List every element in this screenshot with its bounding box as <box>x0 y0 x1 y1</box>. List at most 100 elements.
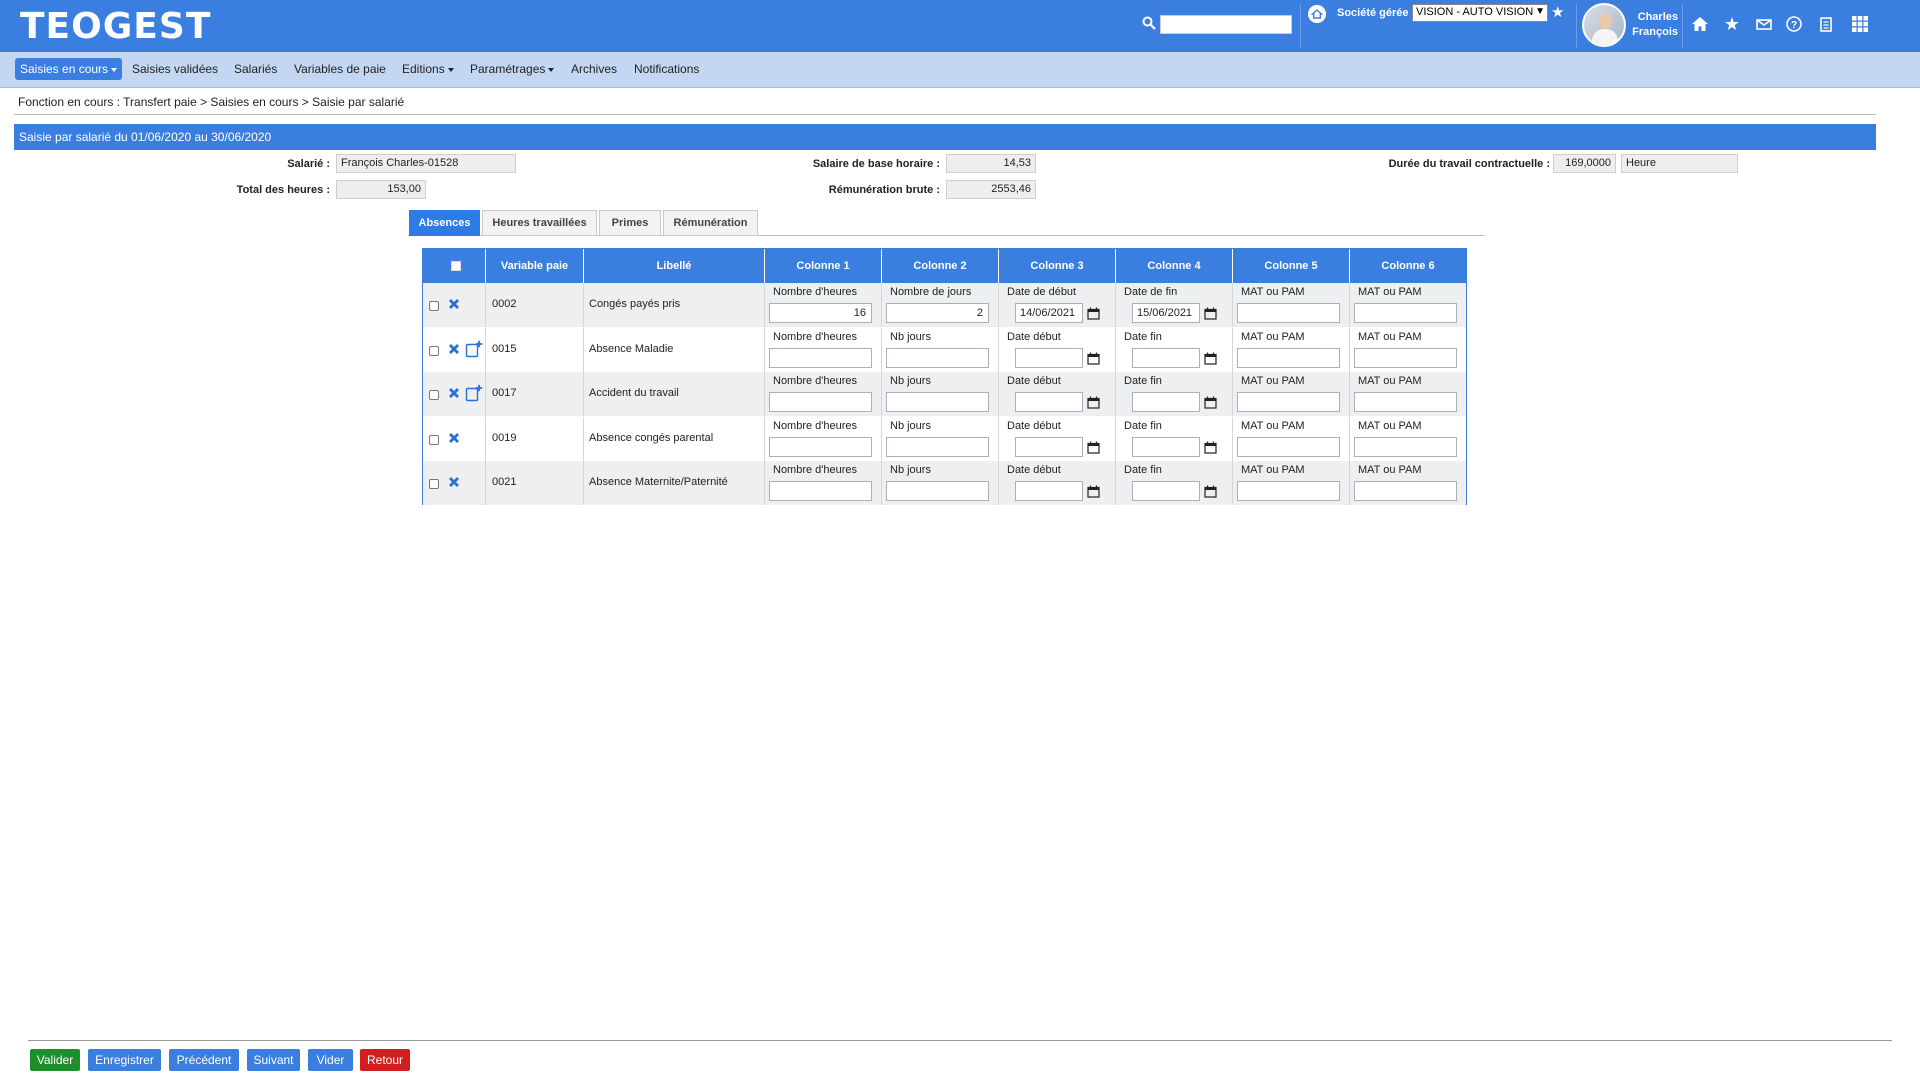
delete-icon[interactable] <box>447 431 461 445</box>
field-label: Nombre de jours <box>890 286 972 298</box>
value-input[interactable]: 16 <box>769 303 872 323</box>
company-home-icon[interactable] <box>1308 5 1326 23</box>
row-checkbox[interactable] <box>429 345 439 356</box>
header-colonne-6[interactable]: Colonne 6 <box>1350 249 1466 283</box>
add-note-icon[interactable] <box>465 340 483 358</box>
row-checkbox[interactable] <box>429 434 439 445</box>
help-icon[interactable]: ? <box>1784 14 1804 34</box>
absences-grid: Variable paie Libellé Colonne 1 Colonne … <box>422 248 1467 505</box>
tab-remuneration[interactable]: Rémunération <box>663 210 758 236</box>
header-colonne-5[interactable]: Colonne 5 <box>1233 249 1350 283</box>
add-note-icon[interactable] <box>465 384 483 402</box>
delete-icon[interactable] <box>447 297 461 311</box>
calendar-icon[interactable] <box>1204 396 1217 409</box>
nav-salaries[interactable]: Salariés <box>229 58 282 80</box>
precedent-button[interactable]: Précédent <box>169 1049 239 1071</box>
tab-heures-travaillees[interactable]: Heures travaillées <box>482 210 597 236</box>
retour-button[interactable]: Retour <box>360 1049 410 1071</box>
nav-saisies-en-cours[interactable]: Saisies en cours <box>15 58 123 80</box>
delete-icon[interactable] <box>447 475 461 489</box>
date-input[interactable] <box>1015 347 1083 368</box>
calendar-icon[interactable] <box>1087 352 1100 365</box>
date-input[interactable] <box>1015 481 1083 501</box>
value-input[interactable] <box>886 347 989 368</box>
date-input[interactable] <box>1132 436 1200 457</box>
star-icon[interactable]: ★ <box>1722 14 1742 34</box>
enregistrer-button[interactable]: Enregistrer <box>88 1049 161 1071</box>
nav-archives[interactable]: Archives <box>566 58 622 80</box>
delete-icon[interactable] <box>447 386 461 400</box>
row-checkbox[interactable] <box>429 301 439 311</box>
value-input[interactable] <box>1237 303 1340 323</box>
value-input[interactable] <box>769 481 872 501</box>
nav-saisies-validees[interactable]: Saisies validées <box>127 58 223 80</box>
settings-icon[interactable] <box>1888 14 1908 34</box>
value-input[interactable] <box>1237 481 1340 501</box>
value-input[interactable] <box>886 436 989 457</box>
home-icon[interactable] <box>1690 14 1710 34</box>
value-input[interactable] <box>769 347 872 368</box>
header-colonne-1[interactable]: Colonne 1 <box>765 249 882 283</box>
row-checkbox[interactable] <box>429 479 439 489</box>
calendar-icon[interactable] <box>1087 441 1100 454</box>
date-input[interactable] <box>1015 436 1083 457</box>
date-input[interactable] <box>1015 392 1083 412</box>
value-input[interactable] <box>769 436 872 457</box>
calendar-icon[interactable] <box>1204 441 1217 454</box>
value-input[interactable] <box>1237 347 1340 368</box>
valider-button[interactable]: Valider <box>30 1049 80 1071</box>
value-input[interactable]: 2 <box>886 303 989 323</box>
date-input[interactable]: 15/06/2021 <box>1132 303 1200 323</box>
header-colonne-4[interactable]: Colonne 4 <box>1116 249 1233 283</box>
app-logo[interactable]: TEOGEST <box>20 6 211 47</box>
nav-editions[interactable]: Editions <box>397 58 459 80</box>
calendar-icon[interactable] <box>1087 396 1100 409</box>
mail-icon[interactable] <box>1754 14 1774 34</box>
date-input[interactable]: 14/06/2021 <box>1015 303 1083 323</box>
calendar-icon[interactable] <box>1204 485 1217 498</box>
apps-icon[interactable] <box>1850 14 1870 34</box>
tab-absences[interactable]: Absences <box>409 210 480 236</box>
calendar-icon[interactable] <box>1087 485 1100 498</box>
field-label: Date début <box>1007 330 1061 343</box>
value-input[interactable] <box>1237 436 1340 457</box>
calendar-icon[interactable] <box>1204 352 1217 365</box>
value-input[interactable] <box>1354 303 1457 323</box>
value-input[interactable] <box>1354 436 1457 457</box>
value-input[interactable] <box>1237 392 1340 412</box>
calendar-icon[interactable] <box>1204 307 1217 320</box>
field-label: Nb jours <box>890 419 931 432</box>
company-select[interactable]: VISION - AUTO VISION ▼ <box>1412 4 1548 22</box>
clipboard-icon[interactable] <box>1816 14 1836 34</box>
variable-paie-cell: 0021 <box>486 461 584 505</box>
calendar-icon[interactable] <box>1087 307 1100 320</box>
header-variable-paie[interactable]: Variable paie <box>486 249 584 283</box>
search-input[interactable] <box>1160 15 1292 34</box>
value-input[interactable] <box>1354 347 1457 368</box>
suivant-button[interactable]: Suivant <box>247 1049 300 1071</box>
nav-parametrages[interactable]: Paramétrages <box>465 58 559 80</box>
remuneration-field: 2553,46 <box>946 180 1036 199</box>
favorite-company-star-icon[interactable]: ★ <box>1551 3 1564 21</box>
header-libelle[interactable]: Libellé <box>584 249 765 283</box>
select-all-checkbox[interactable] <box>451 261 461 271</box>
search-icon[interactable] <box>1142 16 1156 30</box>
value-input[interactable] <box>769 392 872 412</box>
value-input[interactable] <box>886 481 989 501</box>
value-input[interactable] <box>1354 481 1457 501</box>
tab-primes[interactable]: Primes <box>599 210 661 236</box>
date-input[interactable] <box>1132 347 1200 368</box>
date-input[interactable] <box>1132 481 1200 501</box>
value-input[interactable] <box>1354 392 1457 412</box>
header-colonne-2[interactable]: Colonne 2 <box>882 249 999 283</box>
avatar[interactable] <box>1582 3 1626 47</box>
vider-button[interactable]: Vider <box>308 1049 353 1071</box>
nav-notifications[interactable]: Notifications <box>629 58 704 80</box>
header-colonne-3[interactable]: Colonne 3 <box>999 249 1116 283</box>
user-name[interactable]: Charles François <box>1630 10 1678 40</box>
row-checkbox[interactable] <box>429 390 439 400</box>
delete-icon[interactable] <box>447 342 461 356</box>
nav-variables-de-paie[interactable]: Variables de paie <box>289 58 391 80</box>
date-input[interactable] <box>1132 392 1200 412</box>
value-input[interactable] <box>886 392 989 412</box>
